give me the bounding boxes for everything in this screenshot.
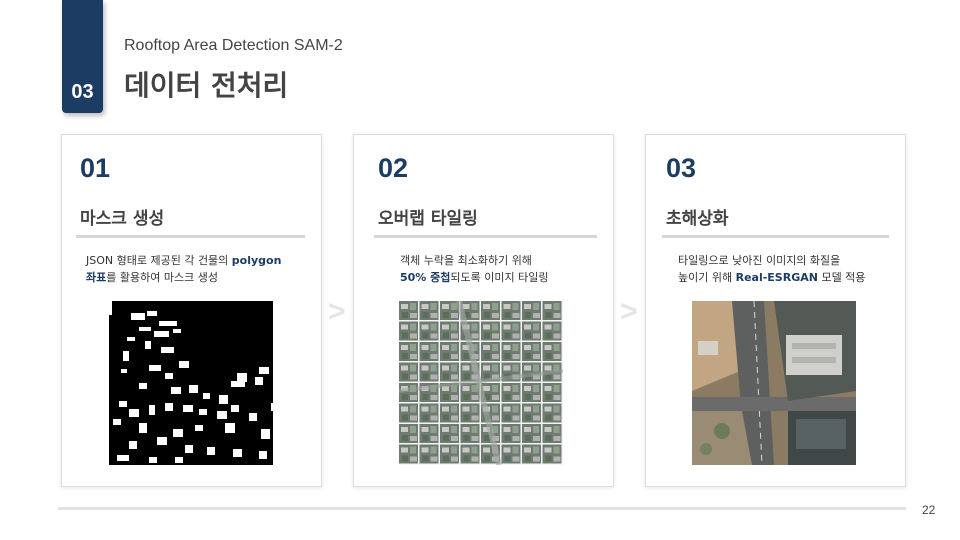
chevron-right-icon: > [328, 295, 346, 328]
page-subtitle: Rooftop Area Detection SAM-2 [124, 37, 343, 54]
desc-highlight: Real-ESRGAN [735, 271, 818, 284]
section-tab: 03 [62, 0, 103, 113]
section-number: 03 [71, 81, 94, 103]
desc-text: 객체 누락을 최소화하기 위해 [400, 254, 532, 267]
divider [374, 235, 597, 238]
desc-text: 모델 적용 [817, 271, 866, 284]
step-heading: 오버랩 타일링 [378, 209, 478, 229]
desc-text: 되도록 이미지 타일링 [450, 271, 549, 284]
step-description: 객체 누락을 최소화하기 위해 50% 중첩되도록 이미지 타일링 [400, 252, 548, 286]
binary-mask-image [109, 301, 273, 465]
divider [76, 235, 305, 238]
step-number: 03 [666, 153, 697, 183]
step-number: 02 [378, 153, 409, 183]
page-title: 데이터 전처리 [124, 69, 289, 102]
page-number: 22 [922, 503, 936, 517]
desc-text: 타일링으로 낮아진 이미지의 화질을 [678, 254, 841, 267]
desc-highlight: polygon [231, 254, 282, 267]
step-heading: 초해상화 [666, 209, 729, 229]
desc-text: 높이기 위해 [678, 271, 736, 284]
divider [662, 235, 889, 238]
footer-divider [58, 507, 906, 510]
step-card-2: 02 오버랩 타일링 객체 누락을 최소화하기 위해 50% 중첩되도록 이미지… [353, 134, 614, 487]
desc-highlight: 50% 중첩 [400, 271, 451, 284]
super-resolved-aerial-image [692, 301, 856, 465]
step-card-3: 03 초해상화 타일링으로 낮아진 이미지의 화질을 높이기 위해 Real-E… [645, 134, 906, 487]
desc-text: JSON 형태로 제공된 각 건물의 [86, 254, 232, 267]
step-description: JSON 형태로 제공된 각 건물의 polygon 좌표를 활용하여 마스크 … [86, 252, 281, 286]
desc-text: 를 활용하여 마스크 생성 [106, 271, 218, 284]
desc-highlight: 좌표 [86, 271, 107, 284]
step-card-1: 01 마스크 생성 JSON 형태로 제공된 각 건물의 polygon 좌표를… [61, 134, 322, 487]
chevron-right-icon: > [620, 295, 638, 328]
step-heading: 마스크 생성 [80, 209, 165, 229]
step-number: 01 [80, 153, 111, 183]
tiled-aerial-image [399, 301, 563, 465]
step-description: 타일링으로 낮아진 이미지의 화질을 높이기 위해 Real-ESRGAN 모델… [678, 252, 865, 286]
